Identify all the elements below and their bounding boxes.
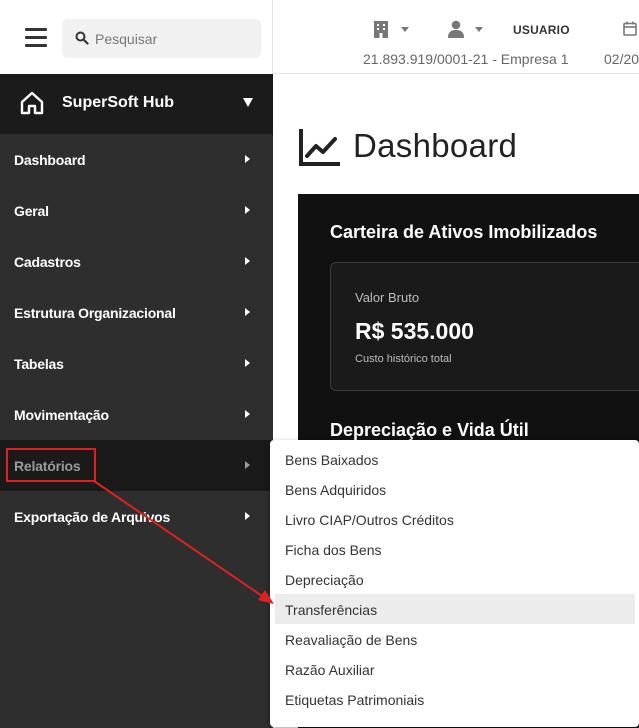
sidebar: SuperSoft Hub Dashboard Geral Cadastros … [0, 0, 273, 728]
search-box [62, 19, 261, 58]
sidebar-item-label: Tabelas [14, 356, 64, 372]
gross-value-card: Valor Bruto R$ 535.000 Custo histórico t… [330, 262, 639, 391]
hub-header[interactable]: SuperSoft Hub [0, 74, 273, 134]
search-icon [75, 31, 89, 45]
submenu-item-label: Reavaliação de Bens [285, 632, 418, 648]
sidebar-top-bar [0, 0, 273, 74]
sidebar-item-label: Exportação de Arquivos [14, 509, 171, 525]
sidebar-item-label: Geral [14, 203, 49, 219]
sidebar-item-label: Estrutura Organizacional [14, 305, 176, 321]
reports-submenu: Bens Baixados Bens Adquiridos Livro CIAP… [270, 440, 639, 727]
calendar-icon[interactable] [623, 21, 637, 36]
sidebar-item-movimentacao[interactable]: Movimentação [0, 389, 273, 440]
sidebar-item-tabelas[interactable]: Tabelas [0, 338, 273, 389]
depreciation-title: Depreciação e Vida Útil [330, 420, 529, 440]
chart-line-icon [299, 129, 340, 166]
sidebar-item-label: Movimentação [14, 407, 109, 423]
sidebar-item-label: Dashboard [14, 152, 86, 168]
hub-label: SuperSoft Hub [62, 94, 174, 111]
submenu-item-reavaliacao-de-bens[interactable]: Reavaliação de Bens [275, 624, 635, 654]
card-subtitle: Custo histórico total [355, 353, 452, 365]
submenu-item-label: Livro CIAP/Outros Créditos [285, 512, 454, 528]
submenu-item-livro-ciap[interactable]: Livro CIAP/Outros Créditos [275, 504, 635, 534]
sidebar-item-cadastros[interactable]: Cadastros [0, 236, 273, 287]
username-label[interactable]: USUARIO [513, 23, 570, 37]
chevron-right-icon [245, 461, 250, 469]
chevron-right-icon [245, 308, 250, 316]
submenu-item-label: Bens Baixados [285, 452, 379, 468]
submenu-item-label: Bens Adquiridos [285, 482, 387, 498]
company-label: 21.893.919/0001-21 - Empresa 1 [363, 51, 569, 67]
chevron-right-icon [245, 410, 250, 418]
submenu-item-transferencias[interactable]: Transferências [275, 594, 635, 624]
date-label: 02/20 [604, 51, 639, 67]
top-header: USUARIO 21.893.919/0001-21 - Empresa 1 0… [273, 0, 639, 74]
chevron-down-icon[interactable] [243, 98, 253, 107]
sidebar-item-label: Cadastros [14, 254, 81, 270]
sidebar-item-dashboard[interactable]: Dashboard [0, 134, 273, 185]
submenu-item-label: Transferências [285, 602, 378, 618]
chevron-right-icon [245, 206, 250, 214]
submenu-item-bens-baixados[interactable]: Bens Baixados [275, 444, 635, 474]
user-icon[interactable] [447, 20, 465, 38]
card-label: Valor Bruto [355, 290, 420, 305]
submenu-item-ficha-dos-bens[interactable]: Ficha dos Bens [275, 534, 635, 564]
submenu-item-label: Razão Auxiliar [285, 662, 375, 678]
submenu-item-bens-adquiridos[interactable]: Bens Adquiridos [275, 474, 635, 504]
search-input[interactable] [95, 28, 250, 50]
submenu-item-label: Ficha dos Bens [285, 542, 382, 558]
submenu-item-label: Etiquetas Patrimoniais [285, 692, 425, 708]
card-value: R$ 535.000 [355, 318, 474, 344]
submenu-item-label: Depreciação [285, 572, 364, 588]
sidebar-item-exportacao-de-arquivos[interactable]: Exportação de Arquivos [0, 491, 273, 542]
submenu-item-etiquetas-patrimoniais[interactable]: Etiquetas Patrimoniais [275, 684, 635, 714]
chevron-down-icon[interactable] [401, 27, 409, 32]
chevron-right-icon [245, 512, 250, 520]
home-icon [20, 91, 44, 115]
hamburger-icon[interactable] [25, 28, 47, 48]
panel-title: Carteira de Ativos Imobilizados [330, 222, 598, 242]
sidebar-item-estrutura-organizacional[interactable]: Estrutura Organizacional [0, 287, 273, 338]
sidebar-item-geral[interactable]: Geral [0, 185, 273, 236]
page-title: Dashboard [353, 127, 518, 164]
chevron-right-icon [245, 359, 250, 367]
submenu-item-depreciacao[interactable]: Depreciação [275, 564, 635, 594]
chevron-right-icon [245, 257, 250, 265]
chevron-right-icon [245, 155, 250, 163]
annotation-highlight-box [6, 448, 96, 482]
chevron-down-icon[interactable] [475, 27, 483, 32]
building-icon[interactable] [373, 20, 389, 38]
submenu-item-razao-auxiliar[interactable]: Razão Auxiliar [275, 654, 635, 684]
